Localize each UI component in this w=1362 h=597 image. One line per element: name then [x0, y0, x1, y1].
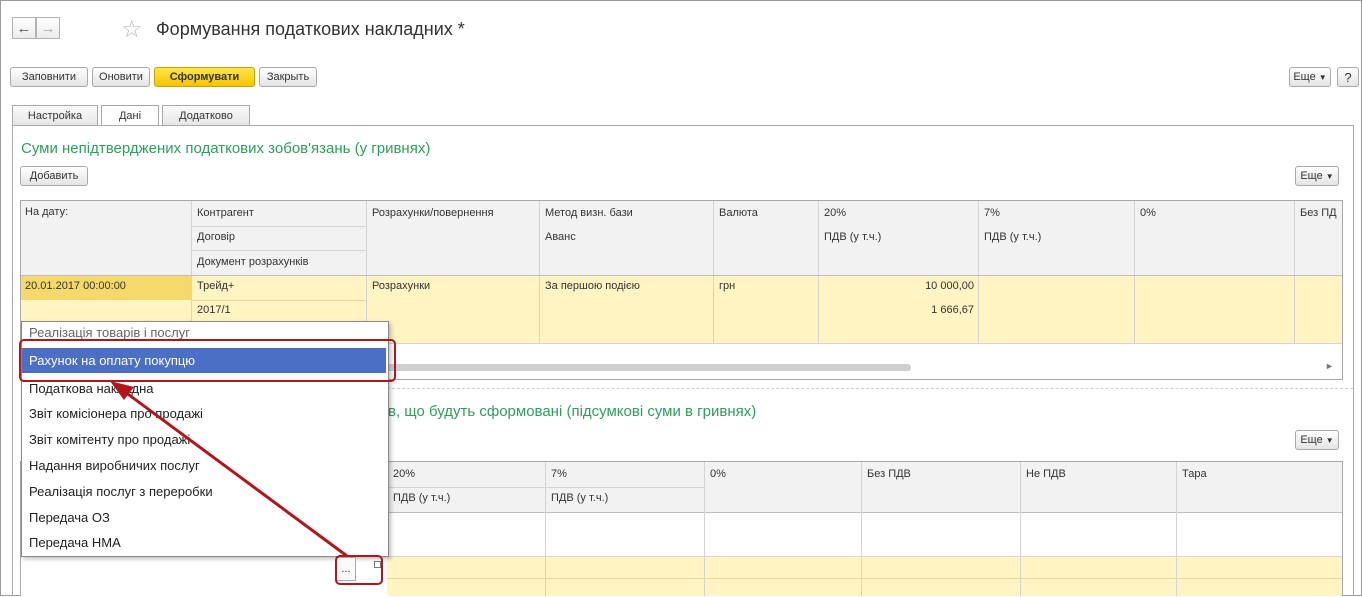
annotation-arrow: [110, 381, 348, 558]
form-window: ← → ☆ Формування податкових накладних * …: [0, 0, 1362, 596]
